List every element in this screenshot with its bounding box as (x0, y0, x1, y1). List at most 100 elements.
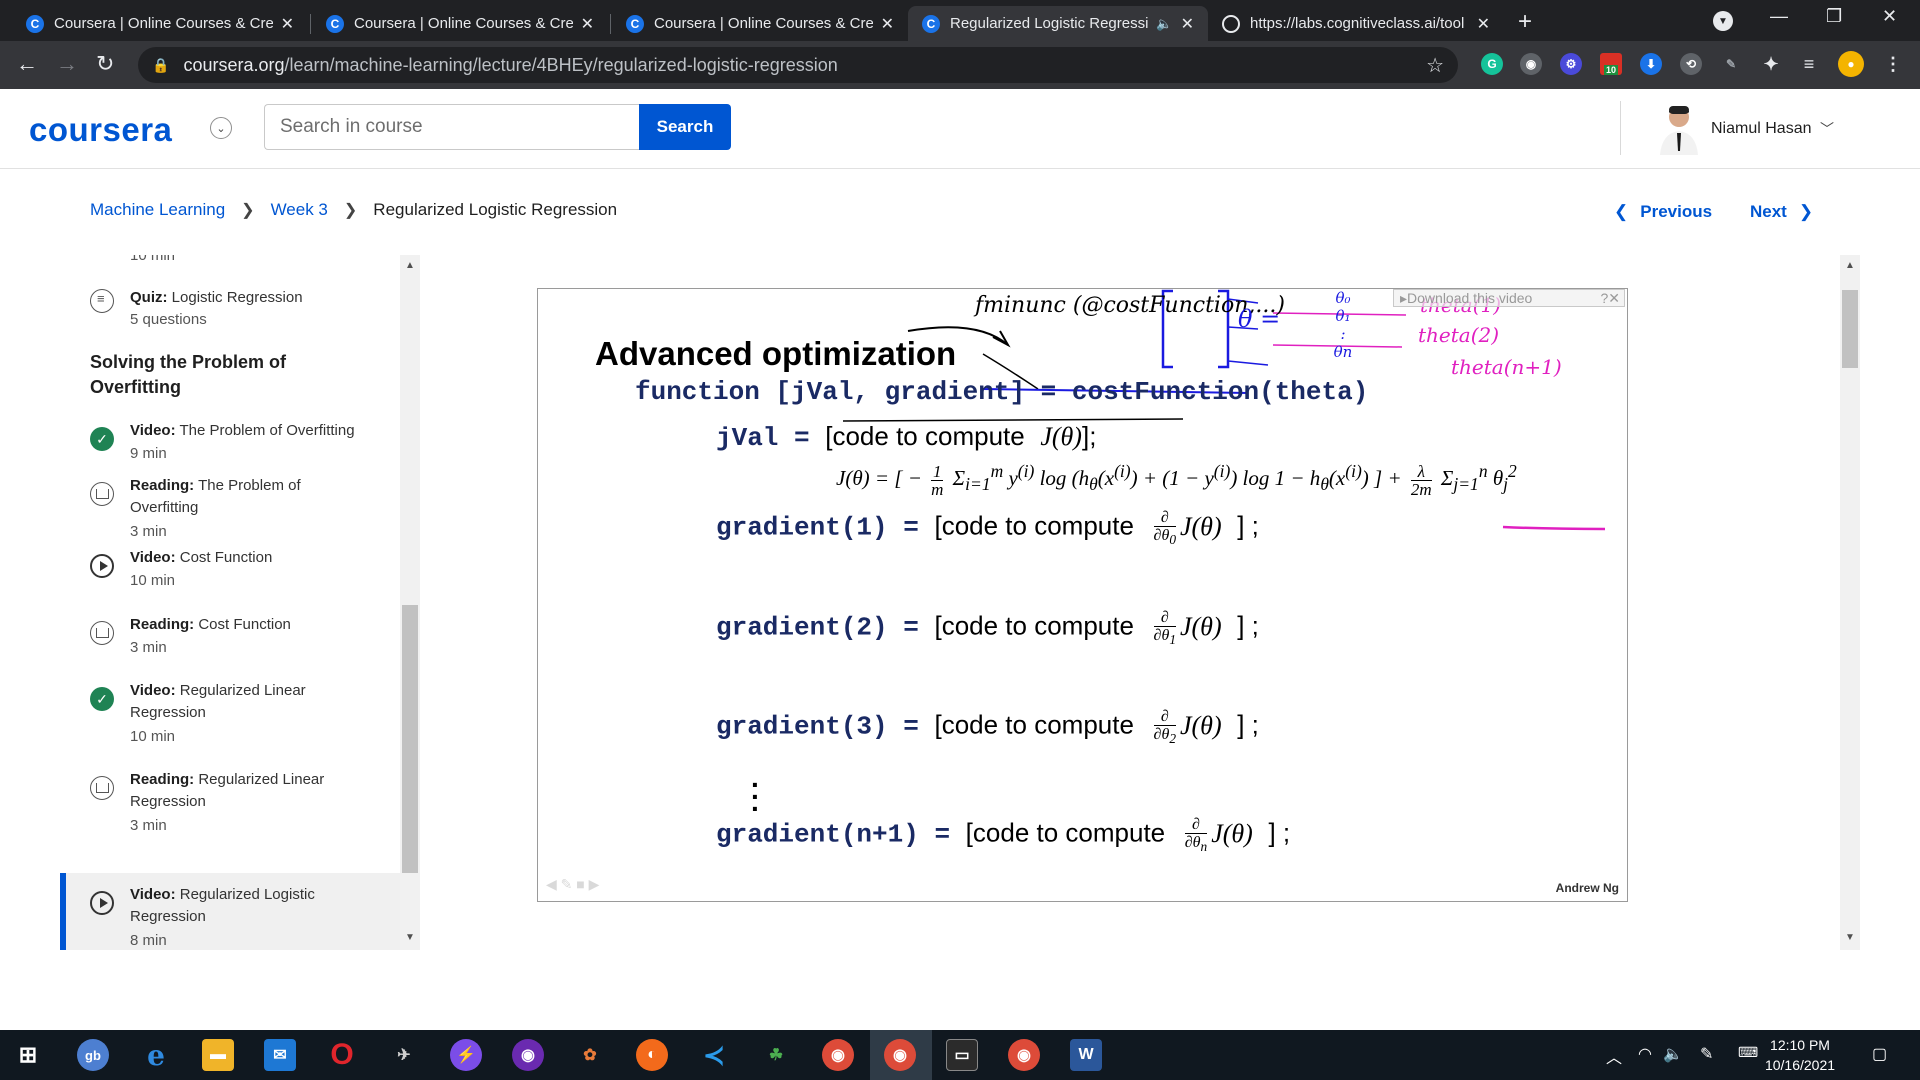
browser-tab[interactable]: o https://labs.cognitiveclass.ai/tool ✕ (1208, 6, 1504, 41)
sidebar-scrollbar-thumb[interactable] (402, 605, 418, 873)
mail-icon[interactable]: ✉ (264, 1039, 296, 1071)
back-arrow-icon[interactable]: ← (16, 51, 38, 77)
profile-avatar-icon[interactable]: ● (1838, 51, 1864, 77)
close-tab-icon[interactable]: ✕ (1477, 14, 1490, 34)
slide-vertical-ellipsis: · · · (751, 769, 761, 824)
close-tab-icon[interactable]: ✕ (881, 14, 894, 34)
chrome-menu-icon[interactable]: ⋮ (1882, 53, 1904, 75)
previous-button[interactable]: ❮ Previous (1614, 202, 1712, 222)
browser-tab[interactable]: C Coursera | Online Courses & Crec ✕ (12, 6, 308, 41)
slide-gradient-line: gradient(n+1) = [code to compute ∂ ∂θn J(θ… (716, 816, 1291, 855)
close-tab-icon[interactable]: ✕ (581, 14, 594, 34)
restore-button[interactable]: ❐ (1826, 6, 1842, 27)
breadcrumb: Machine Learning ❯ Week 3 ❯ Regularized … (90, 200, 617, 220)
search-button[interactable]: Search (639, 104, 731, 150)
windows-start-icon[interactable]: ⊞ (12, 1039, 44, 1071)
taskbar-clock[interactable]: 12:10 PM 10/16/2021 (1755, 1035, 1845, 1075)
next-button[interactable]: Next ❯ (1750, 202, 1813, 222)
slide-author: Andrew Ng (1555, 881, 1619, 895)
scroll-up-arrow-icon[interactable]: ▲ (405, 260, 415, 271)
forward-arrow-icon[interactable]: → (56, 51, 78, 77)
new-tab-button[interactable]: + (1518, 8, 1532, 36)
handwritten-thetan: theta(n+1) (1451, 355, 1562, 379)
app-gb-icon[interactable]: gb (77, 1039, 109, 1071)
close-tab-icon[interactable]: ✕ (1181, 14, 1194, 34)
messenger-icon[interactable]: ⚡ (450, 1039, 482, 1071)
puzzle-extensions-icon[interactable]: ✦ (1760, 53, 1782, 75)
coursera-logo[interactable]: coursera (29, 111, 172, 149)
notifications-icon[interactable]: ▢ (1872, 1044, 1887, 1064)
terminal-icon[interactable]: ▭ (946, 1039, 978, 1071)
download-extension-icon[interactable]: ⬇ (1640, 53, 1662, 75)
slide-gradient-line: gradient(2) = [code to compute ∂ ∂θ1 J(θ) … (716, 609, 1259, 648)
video-nav-controls[interactable]: ◀ ✎ ■ ▶ (546, 876, 599, 893)
slide-function-line: function [jVal, gradient] = costFunction… (635, 377, 1369, 407)
opera-browser-icon[interactable]: O (326, 1038, 358, 1071)
extension-icon[interactable]: ⚙ (1560, 53, 1582, 75)
reading-book-icon (90, 776, 114, 800)
close-tab-icon[interactable]: ✕ (281, 14, 294, 34)
breadcrumb-course-link[interactable]: Machine Learning (90, 200, 225, 220)
camera-extension-icon[interactable]: ◉ (1520, 53, 1542, 75)
address-bar[interactable]: 🔒 coursera.org/learn/machine-learning/le… (138, 47, 1458, 83)
chrome-icon[interactable]: ◉ (884, 1039, 916, 1071)
slide-gradient-line: gradient(3) = [code to compute ∂ ∂θ2 J(θ) … (716, 708, 1259, 747)
close-icon[interactable]: ?✕ (1600, 290, 1620, 306)
app-icon[interactable]: ☘ (760, 1039, 792, 1071)
app-icon[interactable]: ✿ (574, 1039, 606, 1071)
page-scrollbar-thumb[interactable] (1842, 290, 1858, 368)
download-video-button[interactable]: ▸Download this video ?✕ (1393, 289, 1625, 307)
browser-tab[interactable]: C Coursera | Online Courses & Crec ✕ (612, 6, 908, 41)
user-name[interactable]: Niamul Hasan (1711, 120, 1811, 138)
breadcrumb-current: Regularized Logistic Regression (373, 200, 618, 219)
breadcrumb-week-link[interactable]: Week 3 (271, 200, 328, 220)
scroll-up-arrow-icon[interactable]: ▲ (1845, 260, 1855, 271)
media-control-icon[interactable]: ≡ (1798, 53, 1820, 75)
minimize-button[interactable]: — (1770, 6, 1788, 27)
chevron-down-icon[interactable]: ﹀ (1820, 119, 1834, 139)
browser-tab[interactable]: C Coursera | Online Courses & Crec ✕ (312, 6, 608, 41)
user-avatar[interactable] (1656, 103, 1702, 155)
grammarly-extension-icon[interactable]: G (1481, 53, 1503, 75)
play-circle-icon (90, 554, 114, 578)
wifi-icon[interactable]: ◠ (1638, 1044, 1652, 1064)
checkmark-completed-icon: ✓ (90, 427, 114, 451)
coursera-favicon: C (922, 14, 940, 33)
speaker-icon[interactable]: 🔈 (1156, 16, 1172, 32)
word-icon[interactable]: W (1070, 1039, 1102, 1071)
slide-cost-formula: J(θ) = [ − 1m Σi=1m y(i) log (hθ(x(i)) +… (836, 461, 1517, 499)
chrome-icon[interactable]: ◉ (1008, 1039, 1040, 1071)
file-explorer-icon[interactable]: ▬ (202, 1039, 234, 1071)
browser-tab-active[interactable]: C Regularized Logistic Regressi 🔈 ✕ (908, 6, 1208, 41)
tab-search-icon[interactable]: ▼ (1713, 11, 1733, 31)
play-circle-icon (90, 891, 114, 915)
course-outline-sidebar: 10 min Quiz: Logistic Regression 5 quest… (60, 255, 420, 950)
search-input[interactable] (264, 104, 640, 150)
edge-browser-icon[interactable]: e (140, 1039, 172, 1072)
extension-badge-icon[interactable]: 10 (1600, 53, 1622, 75)
scroll-down-arrow-icon[interactable]: ▼ (1845, 932, 1855, 943)
pen-extension-icon[interactable]: ✎ (1720, 53, 1742, 75)
scroll-down-arrow-icon[interactable]: ▼ (405, 932, 415, 943)
vscode-icon[interactable]: ≺ (698, 1039, 730, 1071)
firefox-icon[interactable]: ◐ (636, 1039, 668, 1071)
show-hidden-icons-chevron[interactable]: ︿ (1606, 1044, 1622, 1068)
pen-icon[interactable]: ✎ (1700, 1044, 1713, 1064)
github-desktop-icon[interactable]: ◉ (512, 1039, 544, 1071)
header-divider (1620, 101, 1621, 155)
app-icon[interactable]: ✈ (388, 1039, 420, 1071)
lock-icon: 🔒 (152, 56, 170, 73)
coursera-favicon: C (26, 14, 44, 33)
chevron-down-icon[interactable]: ⌄ (210, 117, 232, 139)
close-window-button[interactable]: ✕ (1882, 6, 1897, 27)
handwritten-theta2: theta(2) (1418, 323, 1500, 347)
lecture-video-player[interactable]: fminunc (@costFunction,...) θ = θ = θ₀ θ… (537, 288, 1628, 902)
extension-icon[interactable]: ⟲ (1680, 53, 1702, 75)
chevron-right-icon: ❯ (1798, 202, 1814, 221)
bookmark-star-icon[interactable]: ☆ (1426, 53, 1444, 78)
browser-tab-bar: C Coursera | Online Courses & Crec ✕ C C… (0, 0, 1920, 41)
volume-icon[interactable]: 🔈 (1663, 1044, 1683, 1064)
chrome-icon[interactable]: ◉ (822, 1039, 854, 1071)
slide-title: Advanced optimization (595, 335, 957, 372)
reload-icon[interactable]: ↻ (96, 51, 114, 77)
